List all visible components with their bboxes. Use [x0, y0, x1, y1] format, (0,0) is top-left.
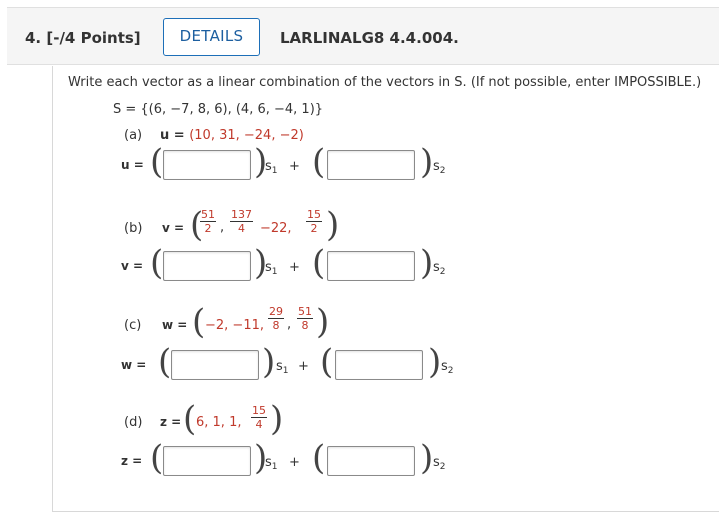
part-d-coef1-input[interactable]: [164, 447, 250, 475]
part-a-s2: s2: [433, 159, 446, 176]
part-b-label: (b): [124, 221, 143, 236]
paren-close: ): [270, 399, 284, 439]
paren-open: (: [192, 302, 206, 342]
part-c-values: −2, −11,: [205, 318, 264, 333]
part-b-coef1-field[interactable]: [163, 251, 251, 281]
part-a-vector-values: (10, 31, −24, −2): [189, 128, 304, 143]
part-d-answer-label: z =: [121, 454, 143, 468]
part-c-fraction-2: 51 8: [297, 305, 313, 332]
question-number-points: 4. [-/4 Points]: [25, 29, 141, 47]
part-d-coef2-field[interactable]: [327, 446, 415, 476]
paren-close: ): [420, 243, 434, 283]
part-b-fraction-3: 15 2: [306, 208, 322, 235]
part-b-coef2-field[interactable]: [327, 251, 415, 281]
question-header: 4. [-/4 Points] DETAILS LARLINALG8 4.4.0…: [7, 7, 719, 65]
part-b-vector-prefix: v =: [162, 221, 185, 235]
part-a-coef2-field[interactable]: [327, 150, 415, 180]
paren-open: (: [150, 243, 164, 283]
part-c-coef2-input[interactable]: [336, 351, 422, 379]
paren-open: (: [312, 142, 326, 182]
part-c-label: (c): [124, 318, 142, 333]
part-b-middle-value: −22,: [260, 221, 292, 236]
part-d-coef2-input[interactable]: [328, 447, 414, 475]
part-a-answer-label: u =: [121, 158, 144, 172]
paren-close: ): [316, 302, 330, 342]
part-b-coef1-input[interactable]: [164, 252, 250, 280]
part-a-label: (a): [124, 128, 143, 143]
paren-open: (: [183, 399, 197, 439]
set-s: S = {(6, −7, 8, 6), (4, 6, −4, 1)}: [113, 102, 324, 117]
paren-close: ): [326, 205, 340, 245]
part-a-coef2-input[interactable]: [328, 151, 414, 179]
details-button[interactable]: DETAILS: [163, 18, 260, 56]
paren-open: (: [158, 342, 172, 382]
comma: ,: [220, 220, 225, 235]
part-b-fraction-2: 137 4: [230, 208, 253, 235]
paren-open: (: [312, 243, 326, 283]
paren-close: ): [262, 342, 276, 382]
comma: ,: [287, 317, 292, 332]
part-c-coef2-field[interactable]: [335, 350, 423, 380]
part-d-label: (d): [124, 415, 143, 430]
plus-sign: +: [289, 260, 300, 275]
paren-open: (: [320, 342, 334, 382]
part-c-vector-prefix: w =: [162, 318, 188, 332]
paren-close: ): [420, 438, 434, 478]
part-d-coef1-field[interactable]: [163, 446, 251, 476]
paren-close: ): [428, 342, 442, 382]
paren-close: ): [420, 142, 434, 182]
part-c-s2: s2: [441, 359, 454, 376]
part-d-vector-prefix: z =: [160, 415, 182, 429]
part-a-vector: u = (10, 31, −24, −2): [160, 128, 304, 143]
part-d-s2: s2: [433, 455, 446, 472]
part-a-coef1-input[interactable]: [164, 151, 250, 179]
problem-code: LARLINALG8 4.4.004.: [280, 29, 459, 47]
question-number: 4.: [25, 29, 42, 47]
part-c-answer-label: w =: [121, 358, 147, 372]
plus-sign: +: [289, 455, 300, 470]
paren-open: (: [150, 438, 164, 478]
part-a-s1: s1: [265, 159, 278, 176]
part-b-s2: s2: [433, 260, 446, 277]
question-points: [-/4 Points]: [46, 29, 141, 47]
part-b-fraction-1: 51 2: [200, 208, 216, 235]
part-c-coef1-input[interactable]: [172, 351, 258, 379]
plus-sign: +: [289, 159, 300, 174]
part-a-coef1-field[interactable]: [163, 150, 251, 180]
paren-open: (: [150, 142, 164, 182]
part-b-coef2-input[interactable]: [328, 252, 414, 280]
plus-sign: +: [298, 359, 309, 374]
part-c-coef1-field[interactable]: [171, 350, 259, 380]
part-d-fraction-1: 15 4: [251, 404, 267, 431]
part-c-fraction-1: 29 8: [268, 305, 284, 332]
part-b-s1: s1: [265, 260, 278, 277]
paren-open: (: [312, 438, 326, 478]
part-b-answer-label: v =: [121, 259, 144, 273]
part-c-s1: s1: [276, 359, 289, 376]
part-a-vector-prefix: u =: [160, 128, 190, 143]
part-d-values: 6, 1, 1,: [196, 415, 242, 430]
part-d-s1: s1: [265, 455, 278, 472]
instructions: Write each vector as a linear combinatio…: [68, 75, 702, 90]
